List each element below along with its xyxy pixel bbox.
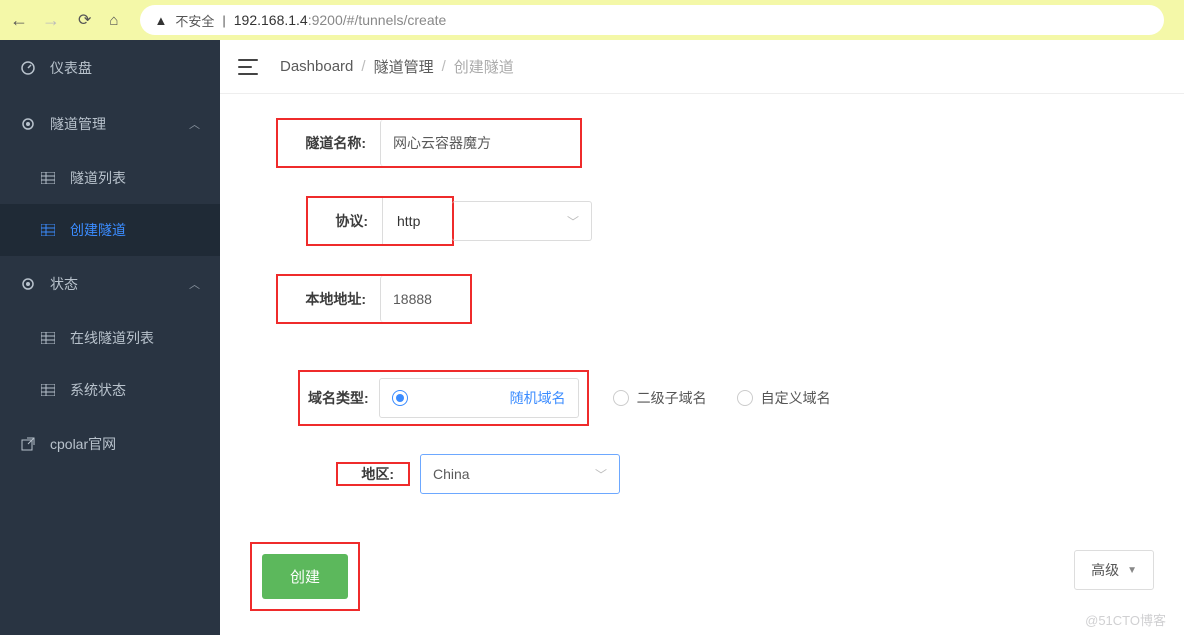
sidebar-item-label: 仪表盘 <box>50 58 92 78</box>
sidebar-sub-online-tunnels[interactable]: 在线隧道列表 <box>0 312 220 364</box>
highlight-box: 地区: <box>336 462 410 486</box>
highlight-box: 创建 <box>250 542 360 611</box>
chevron-up-icon: ︿ <box>189 116 200 132</box>
radio-label: 随机域名 <box>510 388 566 408</box>
row-local-address: 本地地址: <box>276 274 1154 324</box>
local-address-label: 本地地址: <box>278 289 366 309</box>
radio-dot-icon <box>392 390 408 406</box>
sidebar-sub-label: 创建隧道 <box>70 220 126 240</box>
forward-button[interactable]: → <box>42 10 60 31</box>
grid-icon <box>40 170 56 186</box>
local-address-input[interactable] <box>380 276 470 322</box>
breadcrumb-tunnel-mgmt[interactable]: 隧道管理 <box>374 56 434 77</box>
form-area: 隧道名称: 协议: http ﹀ 本地地址: <box>220 94 1184 635</box>
url-host: 192.168.1.4 <box>234 12 308 28</box>
caret-down-icon: ▼ <box>1127 565 1137 576</box>
topbar: Dashboard / 隧道管理 / 创建隧道 <box>220 40 1184 94</box>
watermark: @51CTO博客 <box>1085 610 1166 629</box>
grid-icon <box>40 330 56 346</box>
sidebar-item-label: cpolar官网 <box>50 434 116 454</box>
sidebar-item-cpolar-site[interactable]: cpolar官网 <box>0 416 220 472</box>
sidebar: 仪表盘 隧道管理 ︿ 隧道列表 创建隧道 状态 ︿ <box>0 40 220 635</box>
region-value: China <box>433 466 470 482</box>
advanced-label: 高级 <box>1091 560 1119 580</box>
sidebar-sub-create-tunnel[interactable]: 创建隧道 <box>0 204 220 256</box>
menu-toggle-icon[interactable] <box>238 59 258 75</box>
region-label: 地区: <box>338 464 394 484</box>
dashboard-icon <box>20 60 36 76</box>
chevron-up-icon: ︿ <box>189 276 200 292</box>
url-port: :9200 <box>308 12 343 28</box>
sidebar-item-dashboard[interactable]: 仪表盘 <box>0 40 220 96</box>
tunnel-name-label: 隧道名称: <box>278 133 366 153</box>
breadcrumb: Dashboard / 隧道管理 / 创建隧道 <box>280 56 514 77</box>
radio-custom-domain[interactable]: 自定义域名 <box>737 388 831 408</box>
address-bar[interactable]: ▲ 不安全 | 192.168.1.4:9200/#/tunnels/creat… <box>140 5 1164 35</box>
url-path: /#/tunnels/create <box>343 12 447 28</box>
app-layout: 仪表盘 隧道管理 ︿ 隧道列表 创建隧道 状态 ︿ <box>0 40 1184 635</box>
create-button[interactable]: 创建 <box>262 554 348 599</box>
browser-toolbar: ← → ⟳ ⌂ ▲ 不安全 | 192.168.1.4:9200/#/tunne… <box>0 0 1184 40</box>
tunnel-name-input[interactable] <box>380 120 580 166</box>
advanced-button[interactable]: 高级 ▼ <box>1074 550 1154 590</box>
radio-dot-icon <box>737 390 753 406</box>
row-tunnel-name: 隧道名称: <box>276 118 1154 168</box>
url-text: 192.168.1.4:9200/#/tunnels/create <box>234 12 447 28</box>
row-region: 地区: China ﹀ <box>336 454 1154 494</box>
gear-icon <box>20 116 36 132</box>
chevron-down-icon: ﹀ <box>595 466 607 483</box>
reload-button[interactable]: ⟳ <box>78 10 91 30</box>
sidebar-sub-system-status[interactable]: 系统状态 <box>0 364 220 416</box>
sidebar-sub-label: 在线隧道列表 <box>70 328 154 348</box>
radio-dot-icon <box>613 390 629 406</box>
breadcrumb-current: 创建隧道 <box>454 56 514 77</box>
address-separator: | <box>222 13 225 28</box>
insecure-icon: ▲ <box>154 13 167 28</box>
main-content: Dashboard / 隧道管理 / 创建隧道 隧道名称: 协议: http <box>220 40 1184 635</box>
grid-icon <box>40 382 56 398</box>
domain-type-label: 域名类型: <box>308 388 369 408</box>
sidebar-item-status[interactable]: 状态 ︿ <box>0 256 220 312</box>
radio-random-domain[interactable]: 随机域名 <box>379 378 579 418</box>
row-domain-type: 域名类型: 随机域名 二级子域名 自定义域名 <box>298 370 1154 426</box>
gear-icon <box>20 276 36 292</box>
highlight-box: 域名类型: 随机域名 <box>298 370 589 426</box>
breadcrumb-separator: / <box>442 58 446 75</box>
sidebar-item-tunnel-management[interactable]: 隧道管理 ︿ <box>0 96 220 152</box>
highlight-box: 隧道名称: <box>276 118 582 168</box>
highlight-box: 本地地址: <box>276 274 472 324</box>
radio-label: 二级子域名 <box>637 388 707 408</box>
region-select[interactable]: China ﹀ <box>420 454 620 494</box>
sidebar-sub-tunnel-list[interactable]: 隧道列表 <box>0 152 220 204</box>
radio-label: 自定义域名 <box>761 388 831 408</box>
sidebar-sub-label: 隧道列表 <box>70 168 126 188</box>
breadcrumb-dashboard[interactable]: Dashboard <box>280 58 353 75</box>
protocol-label: 协议: <box>308 211 368 231</box>
domain-extra-radios: 二级子域名 自定义域名 <box>613 388 831 408</box>
back-button[interactable]: ← <box>10 10 28 31</box>
protocol-value: http <box>382 198 452 244</box>
sidebar-sub-label: 系统状态 <box>70 380 126 400</box>
insecure-label: 不安全 <box>175 11 214 30</box>
breadcrumb-separator: / <box>361 58 365 75</box>
chevron-down-icon: ﹀ <box>567 213 579 230</box>
protocol-select[interactable]: ﹀ <box>452 201 592 241</box>
sidebar-item-label: 状态 <box>50 274 78 294</box>
radio-secondary-domain[interactable]: 二级子域名 <box>613 388 707 408</box>
row-protocol: 协议: http ﹀ <box>306 196 1154 246</box>
grid-icon <box>40 222 56 238</box>
sidebar-item-label: 隧道管理 <box>50 114 106 134</box>
home-button[interactable]: ⌂ <box>109 12 118 29</box>
highlight-box: 协议: http <box>306 196 454 246</box>
external-link-icon <box>20 436 36 452</box>
